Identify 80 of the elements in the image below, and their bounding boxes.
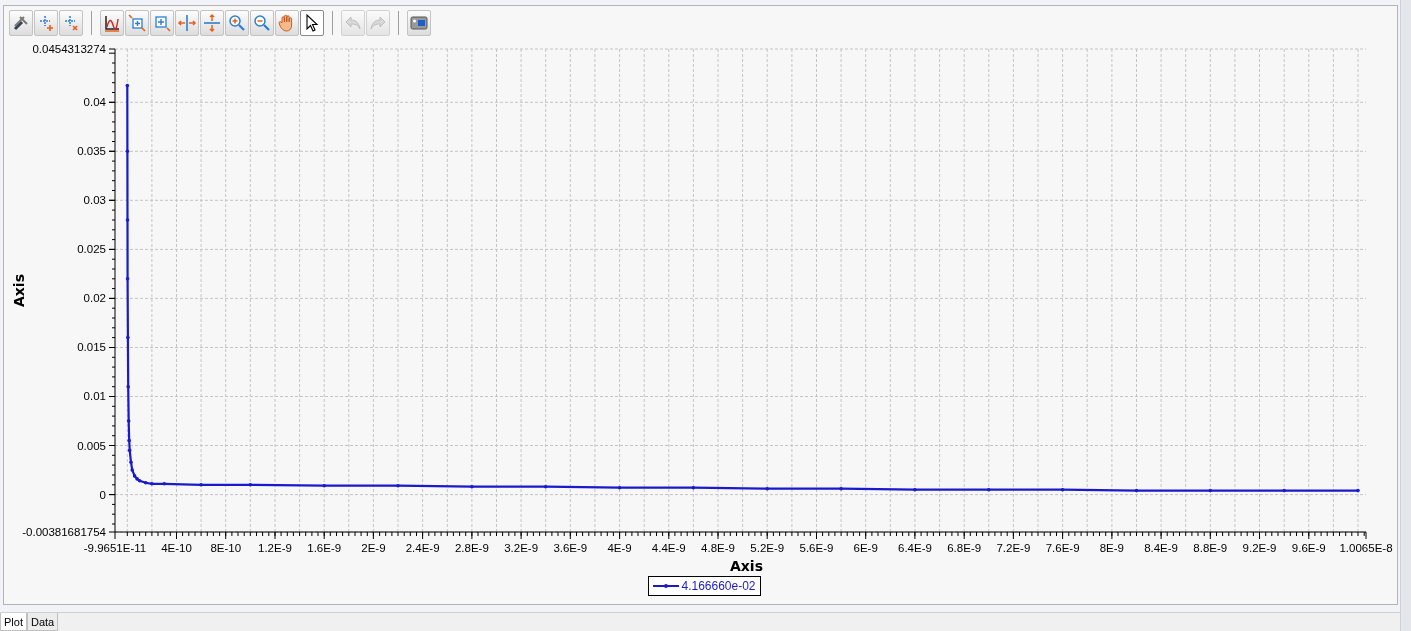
tab[interactable]: Data — [26, 613, 59, 631]
x-tick-label: 9.6E-9 — [1291, 542, 1326, 554]
x-tick-label: 6.4E-9 — [898, 542, 932, 554]
data-point — [765, 486, 769, 491]
data-point — [126, 384, 130, 389]
data-point — [1208, 488, 1213, 493]
x-tick-label: 3.2E-9 — [504, 542, 539, 554]
data-point — [125, 149, 130, 154]
y-tick-label: 0.01 — [83, 390, 106, 403]
data-point — [248, 483, 253, 487]
data-point — [125, 83, 130, 88]
data-point — [130, 468, 134, 472]
x-tick-label: 8.8E-9 — [1193, 542, 1228, 554]
x-tick-label: 1.0065E-8 — [1339, 542, 1393, 554]
data-point — [127, 448, 132, 453]
data-point — [396, 483, 400, 488]
data-point — [913, 487, 917, 492]
data-point — [987, 487, 991, 492]
y-tick-label: 0.005 — [77, 439, 106, 452]
data-point — [691, 485, 696, 490]
data-point — [470, 484, 474, 489]
data-point — [199, 483, 203, 487]
data-point — [126, 335, 130, 340]
data-point — [1356, 488, 1360, 493]
y-tick-label: 0.035 — [77, 145, 106, 158]
data-point — [127, 438, 131, 443]
x-tick-label: 4.4E-9 — [651, 542, 686, 554]
x-tick-label: 8.4E-9 — [1144, 542, 1179, 554]
x-tick-label: 8E-9 — [1099, 542, 1124, 554]
data-point — [1282, 488, 1286, 493]
data-point — [125, 218, 130, 222]
x-tick-label: 5.2E-9 — [750, 542, 785, 554]
x-tick-label: 8E-10 — [210, 542, 242, 554]
x-tick-label: 1.2E-9 — [258, 542, 292, 554]
tab[interactable]: Plot — [0, 613, 27, 631]
x-tick-label: 4.8E-9 — [701, 542, 735, 554]
x-tick-label: 7.2E-9 — [996, 542, 1031, 554]
x-tick-label: 2E-9 — [361, 542, 386, 554]
x-tick-label: 6.8E-9 — [947, 542, 982, 554]
x-tick-label: 4E-9 — [607, 542, 632, 554]
y-tick-label: 0.0454313274 — [32, 43, 106, 55]
x-tick-label: 6E-9 — [853, 542, 878, 554]
y-tick-label: 0 — [99, 488, 106, 501]
y-tick-label: 0.015 — [77, 341, 106, 354]
data-point — [162, 482, 166, 486]
x-tick-label: 7.6E-9 — [1045, 542, 1080, 554]
x-axis-title: Axis — [730, 558, 763, 574]
split-vertical-icon — [202, 12, 222, 33]
zoom-in-icon — [227, 12, 247, 33]
x-tick-label: 3.6E-9 — [553, 542, 588, 554]
data-point — [1060, 487, 1065, 492]
x-tick-label: 2.4E-9 — [405, 542, 440, 554]
data-point — [322, 483, 326, 488]
y-tick-label: 0.02 — [83, 292, 106, 305]
x-tick-label: 2.8E-9 — [454, 542, 489, 554]
zoom-box-icon — [127, 12, 147, 33]
legend-label: 4.166660e-02 — [681, 579, 756, 593]
data-point — [839, 486, 843, 491]
y-tick-label: 0.025 — [77, 243, 106, 256]
x-tick-label: 5.6E-9 — [799, 542, 834, 554]
data-point — [543, 484, 548, 489]
data-point — [129, 460, 133, 464]
data-point — [617, 485, 622, 490]
data-point — [150, 482, 154, 486]
toolbar-button[interactable] — [9, 9, 33, 36]
y-tick-label: 0.03 — [83, 194, 106, 207]
zoom-out-icon — [252, 12, 272, 33]
y-tick-label: -0.00381681754 — [22, 526, 106, 538]
legend-line-icon — [653, 583, 680, 589]
y-tick-label: 0.04 — [83, 96, 106, 109]
data-point — [125, 277, 130, 281]
x-tick-label: 1.6E-9 — [307, 542, 342, 554]
split-horizontal-icon — [177, 12, 197, 33]
data-point — [1134, 488, 1139, 493]
toolbar-button[interactable] — [100, 9, 124, 36]
y-axis-title: Axis — [11, 274, 27, 307]
x-tick-label: -9.9651E-11 — [83, 542, 147, 554]
x-tick-label: 9.2E-9 — [1242, 542, 1277, 554]
x-tick-label: 4E-10 — [161, 542, 192, 554]
toolbar-button[interactable] — [300, 9, 324, 36]
